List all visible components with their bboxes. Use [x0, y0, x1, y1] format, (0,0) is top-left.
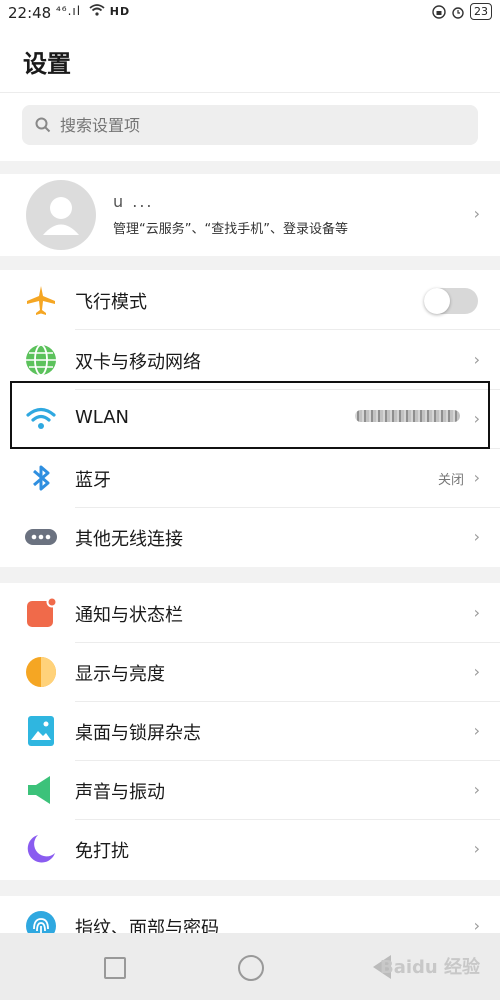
chevron-right-icon: ›	[473, 350, 480, 369]
user-icon	[43, 197, 79, 235]
airplane-icon	[27, 286, 55, 315]
battery-indicator: 23	[470, 3, 492, 20]
row-desktop[interactable]: 桌面与锁屏杂志 ›	[0, 701, 500, 760]
chevron-right-icon: ›	[473, 468, 480, 487]
page-title: 设置	[23, 50, 71, 78]
status-time: 22:48	[8, 4, 52, 22]
bluetooth-status: 关闭	[437, 473, 464, 488]
alarm-icon	[452, 6, 464, 19]
brightness-icon	[26, 657, 56, 687]
home-button[interactable]	[238, 955, 264, 981]
signal-text: ⁴⁶.ıl	[56, 4, 82, 18]
airplane-mode-toggle[interactable]	[424, 288, 478, 314]
desktop-label: 桌面与锁屏杂志	[75, 723, 201, 744]
hd-icon: HD	[109, 5, 131, 18]
toggle-knob	[424, 288, 450, 314]
signal-icon: ⁴⁶.ıl HD	[56, 4, 130, 18]
globe-icon	[26, 344, 56, 376]
chevron-right-icon: ›	[473, 662, 480, 681]
speaker-icon	[28, 776, 50, 804]
chevron-right-icon: ›	[473, 527, 480, 546]
bluetooth-icon	[33, 465, 50, 491]
chevron-right-icon: ›	[473, 780, 480, 799]
row-notifications[interactable]: 通知与状态栏 ›	[0, 583, 500, 642]
recent-apps-button[interactable]	[104, 957, 126, 979]
navigation-bar: Baidu 经验	[0, 933, 500, 1000]
search-box[interactable]	[22, 105, 478, 145]
chevron-right-icon: ›	[473, 721, 480, 740]
redacted-ssid	[355, 410, 460, 422]
wifi-icon	[89, 4, 105, 16]
watermark: Baidu 经验	[379, 957, 480, 978]
header: 设置	[0, 26, 500, 92]
row-bluetooth[interactable]: 蓝牙 关闭 ›	[0, 448, 500, 507]
row-airplane-mode[interactable]: 飞行模式	[0, 270, 500, 329]
display-label: 显示与亮度	[75, 664, 165, 685]
sound-label: 声音与振动	[75, 782, 165, 803]
moon-icon	[27, 835, 55, 863]
avatar	[26, 180, 96, 250]
chevron-right-icon: ›	[473, 204, 480, 223]
bluetooth-label: 蓝牙	[75, 470, 111, 491]
chevron-right-icon: ›	[473, 839, 480, 858]
other-wireless-label: 其他无线连接	[75, 529, 183, 550]
notifications-label: 通知与状态栏	[75, 605, 183, 626]
search-section	[0, 92, 500, 161]
status-bar: 22:48 ⁴⁶.ıl HD 23	[0, 0, 500, 26]
search-icon	[35, 117, 51, 133]
row-sound[interactable]: 声音与振动 ›	[0, 760, 500, 819]
display-group: 通知与状态栏 › 显示与亮度 › 桌面与锁屏杂志 › 声音与振动 › 免打扰 ›	[0, 583, 500, 880]
account-name: u ...	[113, 192, 154, 211]
more-connections-icon	[25, 529, 57, 545]
row-dnd[interactable]: 免打扰 ›	[0, 819, 500, 878]
dnd-label: 免打扰	[75, 841, 129, 862]
search-input[interactable]	[58, 114, 462, 136]
row-display[interactable]: 显示与亮度 ›	[0, 642, 500, 701]
sim-network-label: 双卡与移动网络	[75, 352, 201, 373]
picture-icon	[28, 716, 54, 746]
account-subtitle: 管理“云服务”、“查找手机”、登录设备等	[113, 222, 348, 237]
notification-icon	[27, 596, 58, 627]
airplane-mode-label: 飞行模式	[75, 292, 147, 313]
lock-icon	[432, 4, 446, 19]
chevron-right-icon: ›	[473, 603, 480, 622]
account-card[interactable]: u ... 管理“云服务”、“查找手机”、登录设备等 ›	[0, 174, 500, 256]
row-other-wireless[interactable]: 其他无线连接 ›	[0, 507, 500, 566]
